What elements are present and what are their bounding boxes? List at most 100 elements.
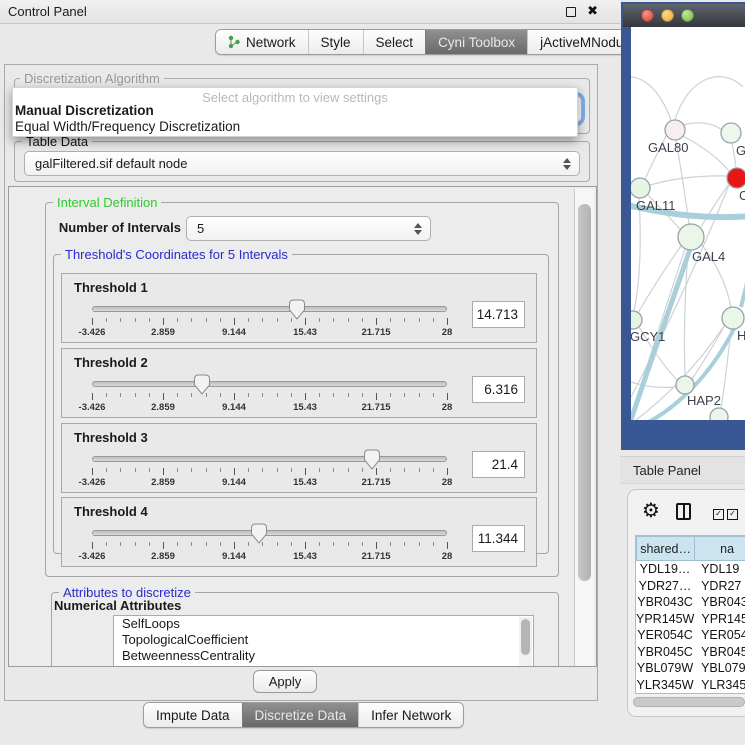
column-layout-icon[interactable] xyxy=(676,503,691,520)
threshold-value-field[interactable]: 21.4 xyxy=(472,451,525,478)
network-node-HAP2[interactable] xyxy=(676,376,694,394)
table-row[interactable]: YDL19…YDL19 xyxy=(636,561,745,578)
threshold-value-field[interactable]: 14.713 xyxy=(472,301,525,328)
combo-stepper-icon xyxy=(414,223,422,235)
node-label-GAL80: GAL80 xyxy=(648,140,688,155)
close-icon[interactable]: ✖ xyxy=(587,3,598,19)
threshold-slider[interactable]: -3.4262.8599.14415.4321.71528 xyxy=(62,524,536,566)
close-traffic-light-icon[interactable] xyxy=(641,9,654,22)
tab-select[interactable]: Select xyxy=(363,30,426,54)
table-row[interactable]: YPR145WYPR145W xyxy=(636,611,745,628)
number-of-intervals-combobox[interactable]: 5 xyxy=(186,216,431,241)
zoom-traffic-light-icon[interactable] xyxy=(681,9,694,22)
checkbox-icon[interactable]: ✓ xyxy=(727,509,738,520)
slider-tick-label: 21.715 xyxy=(355,327,397,338)
table-row[interactable]: YDR27…YDR27 xyxy=(636,578,745,595)
network-node-GAL11[interactable] xyxy=(631,178,650,198)
threshold-slider[interactable]: -3.4262.8599.14415.4321.71528 xyxy=(62,450,536,492)
panel-title: Control Panel xyxy=(8,4,87,19)
attribute-list-item[interactable]: BetweennessCentrality xyxy=(114,648,533,664)
table-row[interactable]: YIL052CYIL052C xyxy=(636,693,745,694)
tab-cyni-toolbox[interactable]: Cyni Toolbox xyxy=(425,30,527,54)
settings-scrollbar-thumb[interactable] xyxy=(578,204,591,581)
table-row[interactable]: YBL079WYBL079W xyxy=(636,660,745,677)
slider-tick-label: 15.43 xyxy=(284,477,326,488)
slider-tick-label: -3.426 xyxy=(71,551,113,562)
list-scrollbar[interactable] xyxy=(519,617,532,667)
slider-thumb[interactable] xyxy=(193,374,211,395)
tab-discretize-data[interactable]: Discretize Data xyxy=(242,703,359,727)
threshold-label: Threshold 3 xyxy=(74,430,148,445)
column-header-shared-name[interactable]: shared… xyxy=(636,536,695,561)
threshold-value-field[interactable]: 6.316 xyxy=(472,376,525,403)
network-icon xyxy=(228,35,241,49)
app-root: Control Panel ✖ Network Style Select Cyn… xyxy=(0,0,745,745)
apply-button[interactable]: Apply xyxy=(253,670,317,693)
slider-tick-label: 21.715 xyxy=(355,477,397,488)
node-label-node-top-right: GA xyxy=(736,143,745,158)
table-row[interactable]: YER054CYER054C xyxy=(636,627,745,644)
horizontal-scrollbar-thumb[interactable] xyxy=(633,697,745,707)
slider-track[interactable] xyxy=(92,530,447,536)
tab-network[interactable]: Network xyxy=(216,30,308,54)
table-panel-title: Table Panel xyxy=(633,463,701,478)
slider-track[interactable] xyxy=(92,306,447,312)
attribute-list-item[interactable]: TopologicalCoefficient xyxy=(114,632,533,648)
tab-impute-data[interactable]: Impute Data xyxy=(144,703,242,727)
threshold-slider[interactable]: -3.4262.8599.14415.4321.71528 xyxy=(62,375,536,417)
slider-tick-label: 15.43 xyxy=(284,327,326,338)
network-node-node-h[interactable] xyxy=(722,307,744,329)
threshold-row: Threshold 1-3.4262.8599.14415.4321.71528… xyxy=(61,273,537,343)
table-row[interactable]: YLR345WYLR345W xyxy=(636,677,745,694)
minimize-traffic-light-icon[interactable] xyxy=(661,9,674,22)
slider-thumb[interactable] xyxy=(363,449,381,470)
numerical-attributes-list[interactable]: SelfLoopsTopologicalCoefficientBetweenne… xyxy=(113,615,534,667)
table-row[interactable]: YBR043CYBR043C xyxy=(636,594,745,611)
network-node-GCY1[interactable] xyxy=(631,311,642,329)
slider-tick-label: 15.43 xyxy=(284,551,326,562)
table-data-combobox[interactable]: galFiltered.sif default node xyxy=(24,151,580,176)
settings-scrollbar-track[interactable] xyxy=(574,189,594,666)
numerical-attributes-label: Numerical Attributes xyxy=(54,598,181,613)
network-view-window[interactable]: GAL80GACGAL11GAL4GCY1HHAP2 xyxy=(621,2,745,450)
bottom-tab-bar: Impute Data Discretize Data Infer Networ… xyxy=(143,702,464,728)
node-table: shared… na YDL19…YDL19YDR27…YDR27YBR043C… xyxy=(635,535,745,694)
node-label-GAL4: GAL4 xyxy=(692,249,725,264)
network-canvas[interactable]: GAL80GACGAL11GAL4GCY1HHAP2 xyxy=(631,27,745,420)
slider-track[interactable] xyxy=(92,456,447,462)
threshold-row: Threshold 2-3.4262.8599.14415.4321.71528… xyxy=(61,348,537,418)
column-header-name[interactable]: na xyxy=(694,536,745,561)
settings-scroll-area: Interval Definition Number of Intervals … xyxy=(8,186,597,667)
slider-tick-label: 2.859 xyxy=(142,402,184,413)
algorithm-hint-option[interactable]: Select algorithm to view settings xyxy=(13,88,577,103)
threshold-label: Threshold 1 xyxy=(74,280,148,295)
threshold-row: Threshold 3-3.4262.8599.14415.4321.71528… xyxy=(61,423,537,493)
threshold-slider[interactable]: -3.4262.8599.14415.4321.71528 xyxy=(62,300,536,342)
option-equal-width-frequency[interactable]: Equal Width/Frequency Discretization xyxy=(13,119,577,135)
slider-thumb[interactable] xyxy=(288,299,306,320)
tab-style[interactable]: Style xyxy=(308,30,363,54)
slider-tick-label: 2.859 xyxy=(142,551,184,562)
network-node-node-top-right[interactable] xyxy=(721,123,741,143)
discretization-algorithm-label: Discretization Algorithm xyxy=(20,71,164,86)
table-row[interactable]: YBR045CYBR045C xyxy=(636,644,745,661)
slider-tick-label: -3.426 xyxy=(71,477,113,488)
network-node-node-bottom[interactable] xyxy=(710,408,728,420)
float-window-icon[interactable] xyxy=(566,7,576,17)
network-node-node-red[interactable] xyxy=(727,168,745,188)
tab-infer-network[interactable]: Infer Network xyxy=(358,703,463,727)
gear-icon[interactable]: ⚙ xyxy=(642,498,660,522)
option-manual-discretization[interactable]: Manual Discretization xyxy=(13,103,577,119)
network-node-GAL4[interactable] xyxy=(678,224,704,250)
node-label-HAP2: HAP2 xyxy=(687,393,721,408)
slider-track[interactable] xyxy=(92,381,447,387)
checkbox-icon[interactable]: ✓ xyxy=(713,509,724,520)
threshold-value-field[interactable]: 11.344 xyxy=(472,525,525,552)
attribute-list-item[interactable]: SelfLoops xyxy=(114,616,533,632)
attributes-group-label: Attributes to discretize xyxy=(59,585,195,600)
slider-tick-label: -3.426 xyxy=(71,327,113,338)
slider-tick-label: 21.715 xyxy=(355,551,397,562)
network-node-GAL80[interactable] xyxy=(665,120,685,140)
slider-tick-label: 2.859 xyxy=(142,327,184,338)
slider-thumb[interactable] xyxy=(250,523,268,544)
